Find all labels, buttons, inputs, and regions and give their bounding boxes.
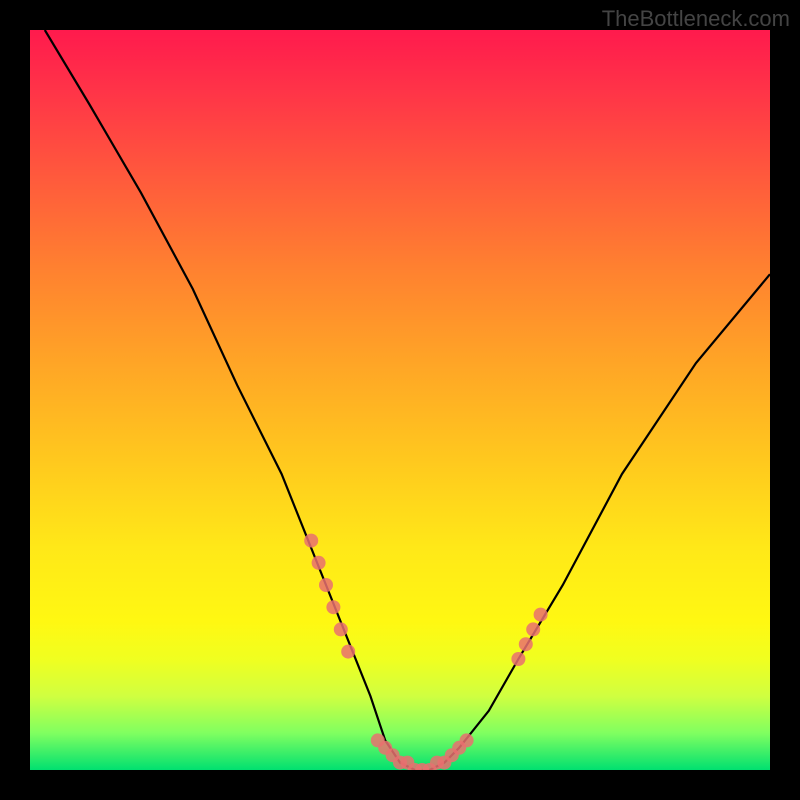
curve-svg (30, 30, 770, 770)
marker-dot (534, 608, 548, 622)
marker-dot (511, 652, 525, 666)
marker-dot (319, 578, 333, 592)
marker-dot (341, 645, 355, 659)
marker-dots (304, 534, 547, 770)
marker-dot (312, 556, 326, 570)
marker-dot (526, 622, 540, 636)
marker-dot (304, 534, 318, 548)
marker-dot (460, 733, 474, 747)
bottleneck-curve (45, 30, 770, 770)
marker-dot (519, 637, 533, 651)
chart-canvas (30, 30, 770, 770)
marker-dot (334, 622, 348, 636)
watermark-text: TheBottleneck.com (602, 6, 790, 32)
marker-dot (326, 600, 340, 614)
